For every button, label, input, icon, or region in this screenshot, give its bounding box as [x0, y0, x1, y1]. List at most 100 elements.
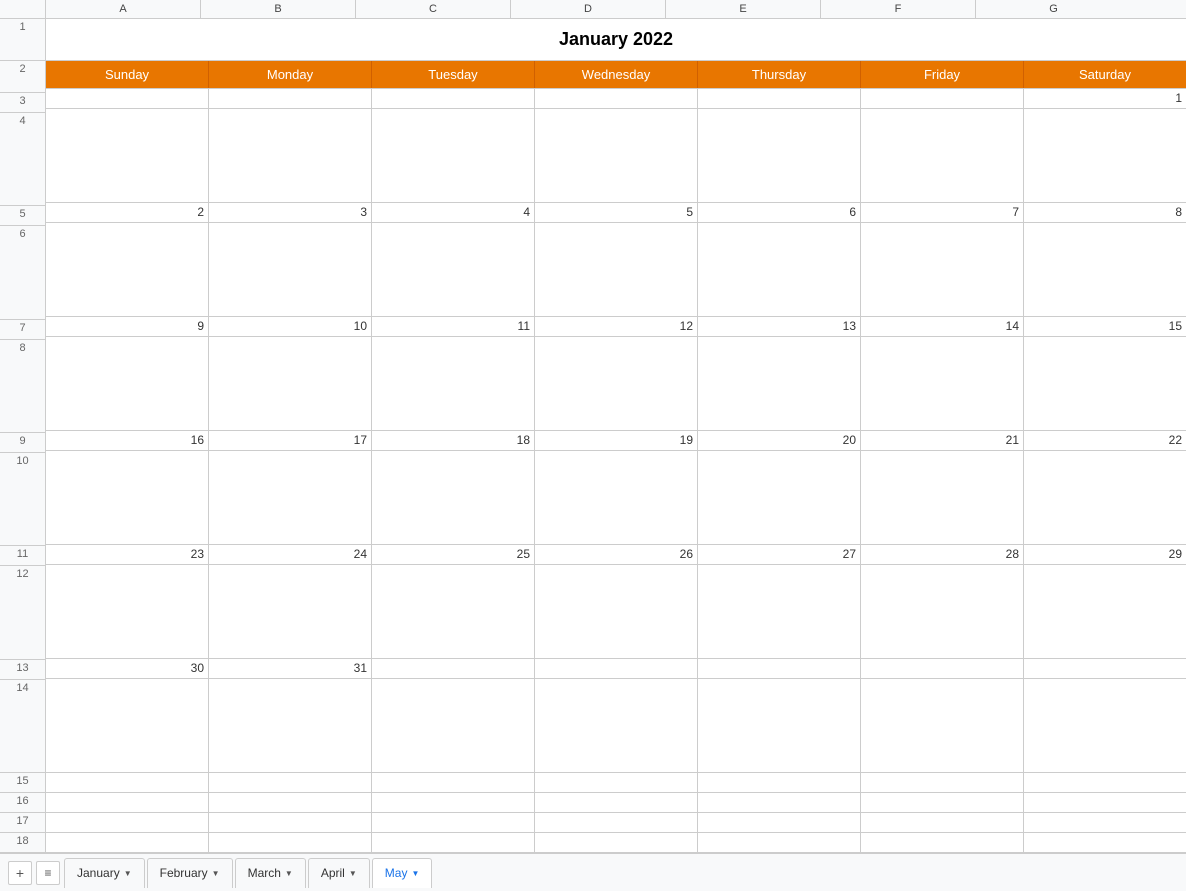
col-header-a[interactable]: A [46, 0, 201, 18]
week-4-day-1-content[interactable] [46, 451, 209, 544]
week-4-day-2-content[interactable] [209, 451, 372, 544]
week-2-day-5-date[interactable]: 6 [698, 203, 861, 222]
week-1-day-2-date[interactable] [209, 89, 372, 108]
week-6-day-3-date[interactable] [372, 659, 535, 678]
week-1-day-1-content[interactable] [46, 109, 209, 202]
week-5-day-7-content[interactable] [1024, 565, 1186, 658]
week-2-day-2-content[interactable] [209, 223, 372, 316]
week-1-day-3-content[interactable] [372, 109, 535, 202]
week-5-day-3-date[interactable]: 25 [372, 545, 535, 564]
week-1-day-4-content[interactable] [535, 109, 698, 202]
week-6-day-1-date[interactable]: 30 [46, 659, 209, 678]
week-2-day-2-date[interactable]: 3 [209, 203, 372, 222]
week-1-day-3-date[interactable] [372, 89, 535, 108]
week-3-day-1-date[interactable]: 9 [46, 317, 209, 336]
week-2-day-6-date[interactable]: 7 [861, 203, 1024, 222]
week-4-day-4-content[interactable] [535, 451, 698, 544]
week-3-day-7-date[interactable]: 15 [1024, 317, 1186, 336]
week-3-day-7-content[interactable] [1024, 337, 1186, 430]
week-4-day-3-date[interactable]: 18 [372, 431, 535, 450]
week-6-day-4-date[interactable] [535, 659, 698, 678]
week-6-day-2-content[interactable] [209, 679, 372, 772]
tab-may[interactable]: May ▼ [372, 858, 433, 888]
col-header-c[interactable]: C [356, 0, 511, 18]
week-1-day-5-date[interactable] [698, 89, 861, 108]
week-5-day-2-content[interactable] [209, 565, 372, 658]
week-6-day-5-content[interactable] [698, 679, 861, 772]
week-4-day-6-date[interactable]: 21 [861, 431, 1024, 450]
week-4-day-6-content[interactable] [861, 451, 1024, 544]
week-4-day-5-date[interactable]: 20 [698, 431, 861, 450]
week-1-day-7-content[interactable] [1024, 109, 1186, 202]
week-5-day-4-date[interactable]: 26 [535, 545, 698, 564]
week-6-day-2-date[interactable]: 31 [209, 659, 372, 678]
week-4-day-7-content[interactable] [1024, 451, 1186, 544]
week-3-day-5-content[interactable] [698, 337, 861, 430]
week-6-day-5-date[interactable] [698, 659, 861, 678]
week-1-day-5-content[interactable] [698, 109, 861, 202]
week-2-day-3-content[interactable] [372, 223, 535, 316]
week-1-day-6-date[interactable] [861, 89, 1024, 108]
week-3-day-1-content[interactable] [46, 337, 209, 430]
week-5-day-7-date[interactable]: 29 [1024, 545, 1186, 564]
tab-april[interactable]: April ▼ [308, 858, 370, 888]
week-2-day-4-date[interactable]: 5 [535, 203, 698, 222]
week-2-day-1-date[interactable]: 2 [46, 203, 209, 222]
col-header-f[interactable]: F [821, 0, 976, 18]
week-6-day-7-content[interactable] [1024, 679, 1186, 772]
week-3-day-2-content[interactable] [209, 337, 372, 430]
week-5-day-5-date[interactable]: 27 [698, 545, 861, 564]
week-2-day-1-content[interactable] [46, 223, 209, 316]
week-3-day-4-content[interactable] [535, 337, 698, 430]
week-5-day-1-content[interactable] [46, 565, 209, 658]
week-6-day-7-date[interactable] [1024, 659, 1186, 678]
week-5-day-2-date[interactable]: 24 [209, 545, 372, 564]
extra-row-15 [46, 773, 1186, 793]
week-4-day-4-date[interactable]: 19 [535, 431, 698, 450]
tab-february[interactable]: February ▼ [147, 858, 233, 888]
tab-january[interactable]: January ▼ [64, 858, 145, 888]
week-5-day-3-content[interactable] [372, 565, 535, 658]
week-3-day-3-date[interactable]: 11 [372, 317, 535, 336]
week-6-day-4-content[interactable] [535, 679, 698, 772]
week-6-day-6-date[interactable] [861, 659, 1024, 678]
week-5-day-4-content[interactable] [535, 565, 698, 658]
week-4-day-7-date[interactable]: 22 [1024, 431, 1186, 450]
tab-march[interactable]: March ▼ [235, 858, 306, 888]
add-sheet-button[interactable]: + [8, 861, 32, 885]
week-3-day-5-date[interactable]: 13 [698, 317, 861, 336]
week-6-day-1-content[interactable] [46, 679, 209, 772]
week-1-day-4-date[interactable] [535, 89, 698, 108]
week-3-day-4-date[interactable]: 12 [535, 317, 698, 336]
week-2-day-5-content[interactable] [698, 223, 861, 316]
week-2-day-4-content[interactable] [535, 223, 698, 316]
all-sheets-button[interactable]: ≡ [36, 861, 60, 885]
week-3-day-6-date[interactable]: 14 [861, 317, 1024, 336]
week-2-day-7-content[interactable] [1024, 223, 1186, 316]
week-1-day-6-content[interactable] [861, 109, 1024, 202]
col-header-d[interactable]: D [511, 0, 666, 18]
week-4-day-2-date[interactable]: 17 [209, 431, 372, 450]
week-6-day-3-content[interactable] [372, 679, 535, 772]
week-5-day-1-date[interactable]: 23 [46, 545, 209, 564]
week-3-day-2-date[interactable]: 10 [209, 317, 372, 336]
week-4-day-3-content[interactable] [372, 451, 535, 544]
week-4-day-1-date[interactable]: 16 [46, 431, 209, 450]
week-1-day-1-date[interactable] [46, 89, 209, 108]
week-2-day-7-date[interactable]: 8 [1024, 203, 1186, 222]
col-header-b[interactable]: B [201, 0, 356, 18]
week-1-day-2-content[interactable] [209, 109, 372, 202]
week-4-day-5-content[interactable] [698, 451, 861, 544]
week-5-day-6-content[interactable] [861, 565, 1024, 658]
week-3-day-3-content[interactable] [372, 337, 535, 430]
week-2-day-6-content[interactable] [861, 223, 1024, 316]
col-header-g[interactable]: G [976, 0, 1131, 18]
week-5-day-6-date[interactable]: 28 [861, 545, 1024, 564]
week-1-day-7-date[interactable]: 1 [1024, 89, 1186, 108]
col-header-e[interactable]: E [666, 0, 821, 18]
week-3-day-6-content[interactable] [861, 337, 1024, 430]
week-6-day-6-content[interactable] [861, 679, 1024, 772]
week-5-day-5-content[interactable] [698, 565, 861, 658]
row-num-11: 11 [0, 546, 45, 566]
week-2-day-3-date[interactable]: 4 [372, 203, 535, 222]
